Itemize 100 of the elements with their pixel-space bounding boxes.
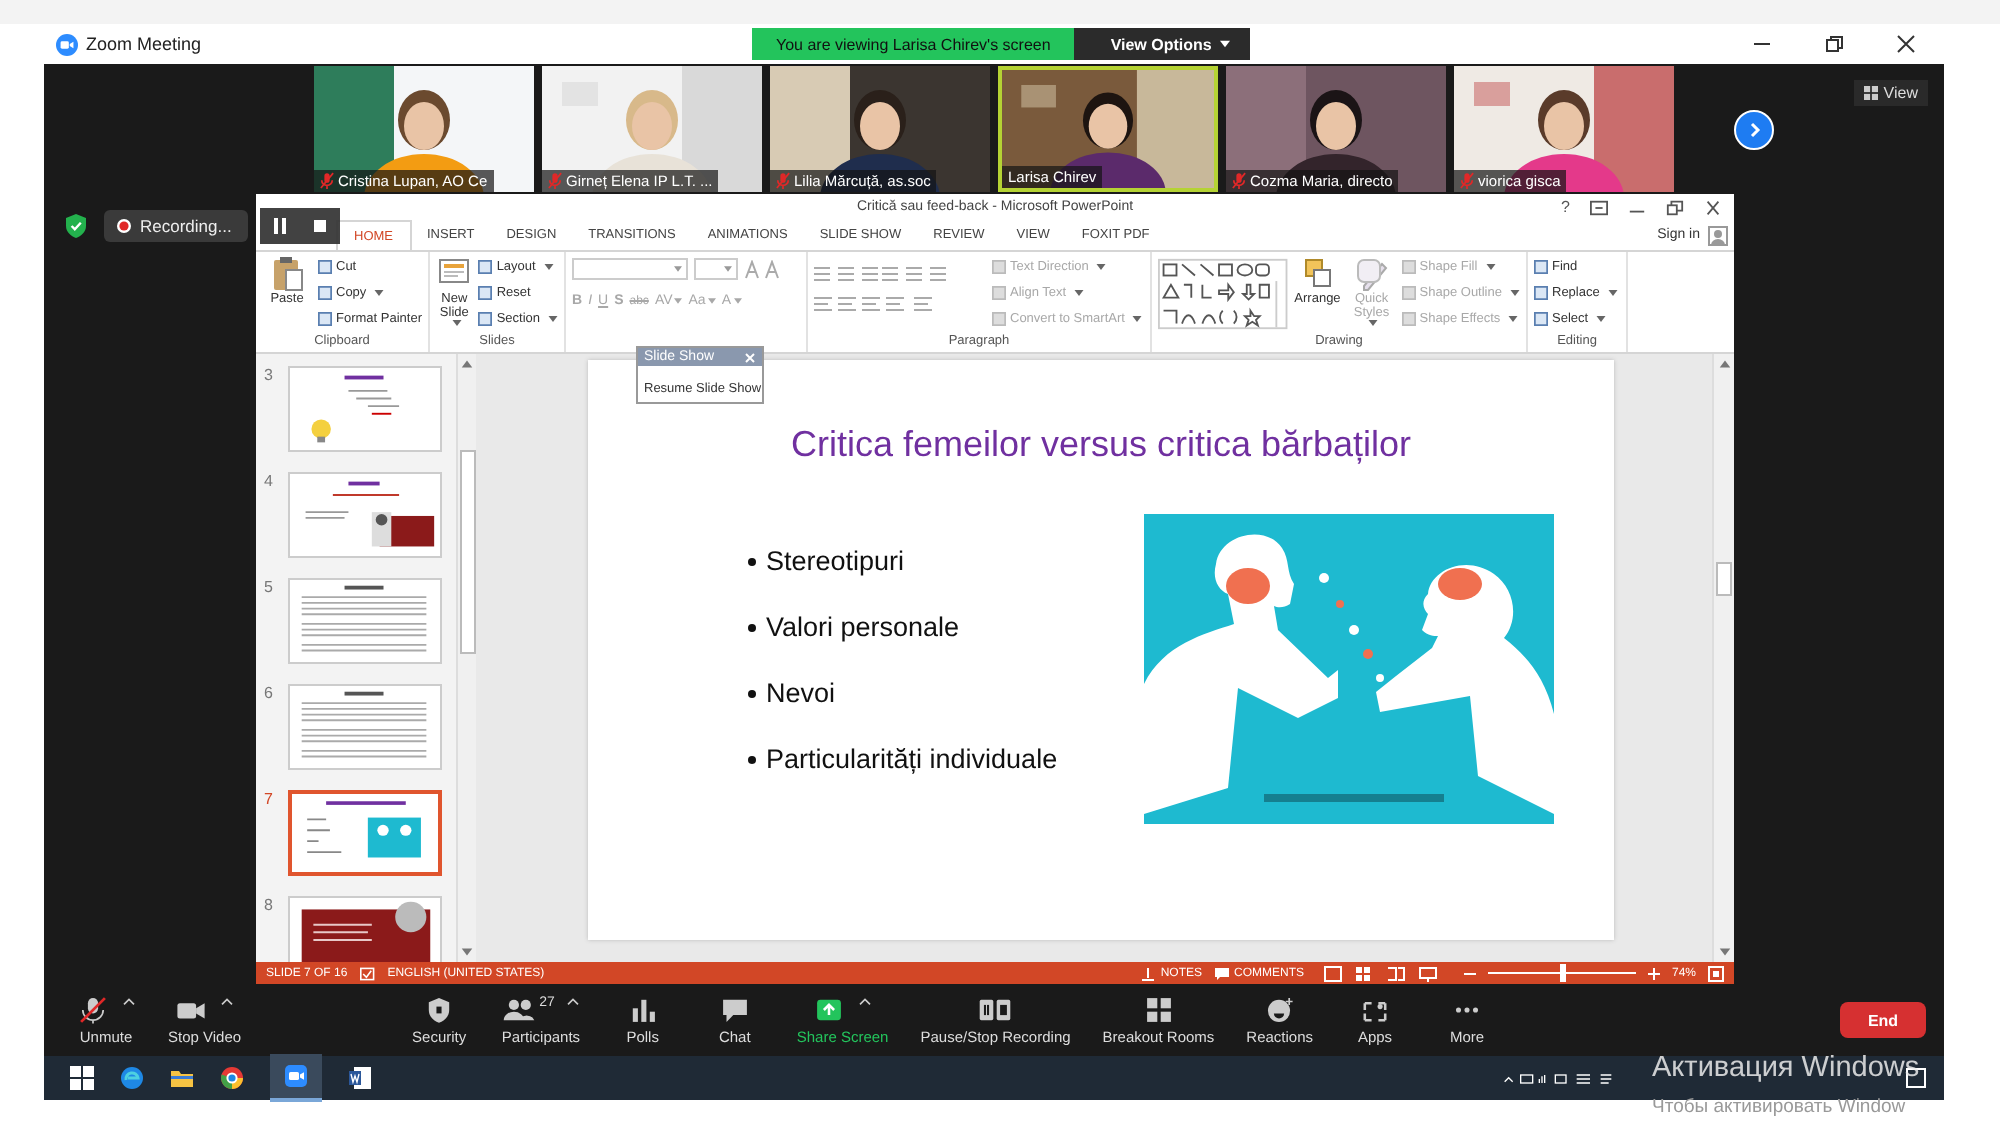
activation-title: Активация Windows [1652, 1052, 1920, 1084]
activation-text: Чтобы активировать Window [1652, 1096, 1908, 1118]
square-icon [478, 260, 493, 274]
caret-icon [674, 298, 683, 304]
grid-icon [1141, 995, 1176, 1023]
slide-number: 7 [264, 790, 275, 812]
font-size-field[interactable] [694, 258, 738, 280]
camera-logo-icon [56, 33, 78, 55]
slide-title: Critica femeilor versus critica bărbaților [788, 424, 1414, 466]
slide-number: 3 [264, 366, 275, 388]
square-icon [318, 312, 332, 326]
user-silhouette-icon[interactable] [1708, 225, 1728, 245]
slide-number: 6 [264, 684, 275, 706]
help-button[interactable]: ? [1561, 198, 1570, 216]
scroll-up-icon[interactable] [1717, 358, 1731, 370]
bullet-item: Nevoi [766, 678, 836, 708]
restore-icon[interactable] [1666, 199, 1684, 215]
stop-icon[interactable] [310, 216, 330, 236]
browser-icon[interactable] [120, 1066, 144, 1090]
square-icon [992, 260, 1006, 274]
sharing-banner: You are viewing Larisa Chirev's screen [752, 28, 1075, 60]
caret-icon [1219, 40, 1230, 48]
caret-icon[interactable] [858, 995, 873, 1005]
caret-icon [724, 266, 732, 272]
caret-icon [1132, 316, 1143, 322]
people-icon [501, 995, 536, 1023]
zoom-in-icon[interactable] [1647, 967, 1660, 979]
next-page-button[interactable] [1734, 109, 1774, 149]
square-icon [1534, 286, 1548, 300]
caret-icon [1596, 316, 1607, 322]
smiley-icon [1262, 995, 1297, 1023]
font-name-field[interactable] [572, 258, 688, 280]
folder-icon[interactable] [170, 1066, 194, 1090]
muted-mic-icon [76, 995, 110, 1023]
view-button[interactable]: View [1853, 80, 1928, 106]
scroll-up-icon[interactable] [460, 358, 474, 370]
video-camera-icon [284, 1064, 308, 1088]
bullet-icon [748, 623, 756, 631]
slide-number: 4 [264, 472, 275, 494]
close-icon[interactable] [1704, 199, 1722, 215]
end-meeting-button[interactable]: End [1840, 1002, 1926, 1038]
fit-slide-icon[interactable] [1708, 965, 1724, 981]
comment-icon [1213, 965, 1230, 981]
caret-icon [733, 298, 741, 304]
square-icon [1534, 260, 1548, 274]
pause-stop-icon [978, 995, 1013, 1023]
square-icon [992, 312, 1006, 326]
window-title: Zoom Meeting [86, 34, 202, 54]
start-icon[interactable] [70, 1066, 94, 1090]
grid-icon [1863, 86, 1878, 100]
slider-thumb[interactable] [1559, 964, 1566, 982]
scrollbar-thumb[interactable] [1716, 562, 1732, 596]
caret-icon [1074, 290, 1085, 296]
caret-icon [1368, 320, 1379, 327]
scroll-down-icon[interactable] [1717, 946, 1731, 958]
shapes-gallery[interactable] [1158, 256, 1288, 332]
bullet-item: Valori personale [766, 612, 960, 642]
notes-icon [1140, 965, 1157, 981]
scroll-down-icon[interactable] [460, 946, 474, 958]
caret-icon[interactable] [220, 995, 235, 1005]
caret-icon [1509, 290, 1520, 296]
bullet-icon [748, 689, 756, 697]
recording-dot-icon [116, 218, 132, 234]
square-icon [318, 260, 332, 274]
caret-icon [1485, 264, 1496, 270]
bullet-icon [748, 755, 756, 763]
chrome-icon[interactable] [220, 1066, 244, 1090]
restore-icon[interactable] [1824, 34, 1844, 54]
caret-icon [1607, 290, 1618, 296]
slide-number: 8 [264, 896, 275, 918]
caret-icon [1096, 264, 1107, 270]
clipboard-icon [271, 256, 303, 292]
pause-icon[interactable] [270, 216, 290, 236]
caret-icon[interactable] [566, 995, 581, 1005]
stacked-squares-icon [1301, 256, 1334, 292]
bullet-icon [748, 557, 756, 565]
square-icon [992, 286, 1006, 300]
caret-icon [543, 264, 554, 270]
view-options-button[interactable]: View Options [1074, 28, 1250, 60]
brush-icon [1355, 256, 1388, 292]
caret-icon [451, 320, 462, 327]
square-icon [478, 286, 493, 300]
shield-icon[interactable] [66, 214, 86, 238]
document-icon[interactable] [348, 1066, 372, 1090]
square-icon [1401, 286, 1416, 300]
close-icon[interactable] [1896, 34, 1916, 54]
square-icon [1401, 260, 1416, 274]
recording-label: Recording... [140, 216, 232, 236]
zoom-out-icon[interactable] [1463, 967, 1476, 979]
caret-icon [707, 298, 716, 304]
caret-icon [374, 290, 385, 296]
caret-icon[interactable] [122, 995, 136, 1005]
slide-number: 5 [264, 578, 275, 600]
ribbon-display-icon[interactable] [1590, 199, 1608, 215]
chat-bubble-icon [717, 995, 752, 1023]
bullet-item: Stereotipuri [766, 546, 905, 576]
spell-check-icon[interactable] [359, 965, 376, 981]
square-icon [1401, 312, 1416, 326]
scrollbar-thumb[interactable] [459, 450, 475, 654]
taskbar-button[interactable] [270, 1054, 322, 1102]
